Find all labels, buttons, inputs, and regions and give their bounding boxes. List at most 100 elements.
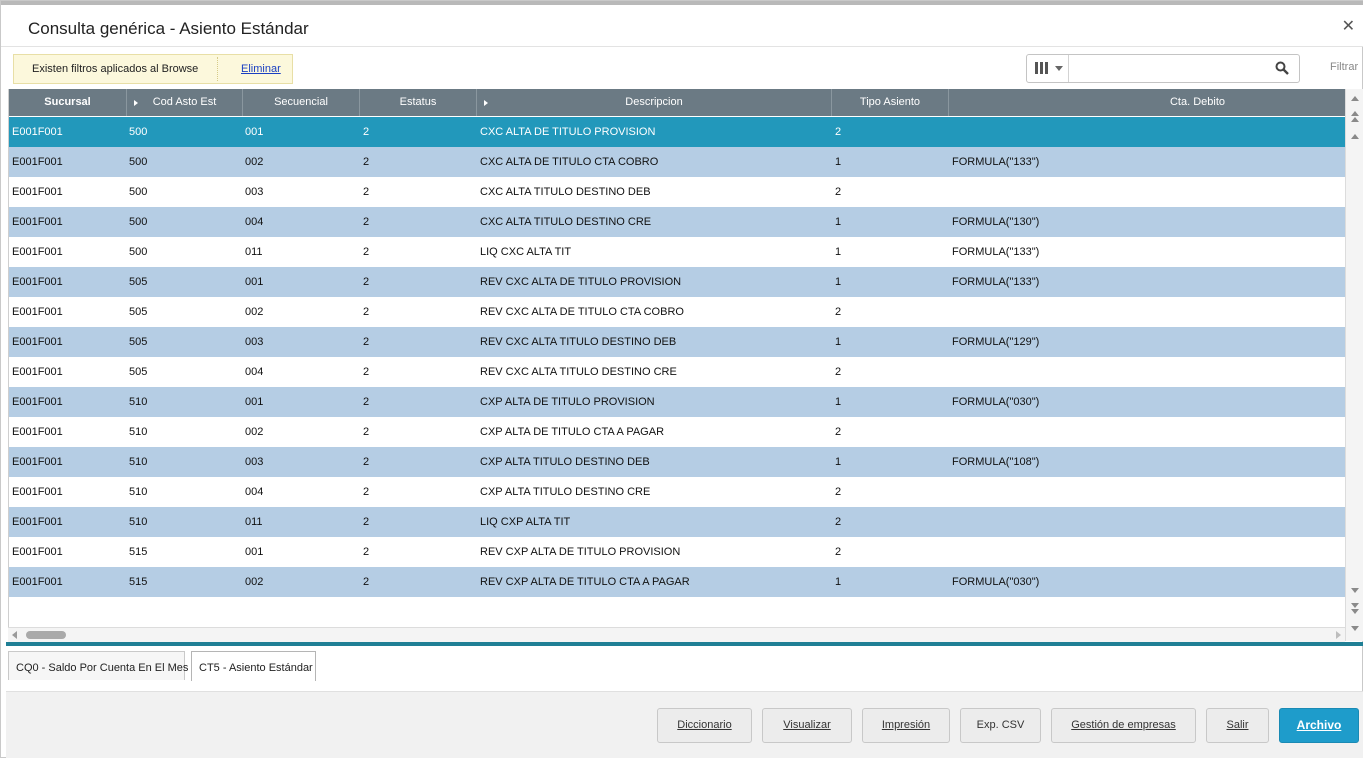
impresion-button[interactable]: Impresión: [862, 708, 950, 743]
chevron-down-icon: [1055, 66, 1063, 71]
button-label: Impresión: [881, 719, 931, 731]
cell-sucursal: E001F001: [12, 396, 63, 408]
cell-estatus: 2: [363, 216, 370, 228]
cell-descripcion: CXC ALTA DE TITULO PROVISION: [480, 126, 656, 138]
cell-sucursal: E001F001: [12, 126, 63, 138]
table-row[interactable]: E001F001 500 003 2 CXC ALTA TITULO DESTINO D…: [9, 177, 1345, 207]
cell-sucursal: E001F001: [12, 276, 63, 288]
diccionario-button[interactable]: Diccionario: [657, 708, 752, 743]
table-row[interactable]: E001F001 510 001 2 CXP ALTA DE TITULO PROVIS…: [9, 387, 1345, 417]
cell-estatus: 2: [363, 126, 370, 138]
cell-descripcion: REV CXP ALTA DE TITULO PROVISION: [480, 546, 681, 558]
scroll-left-icon[interactable]: [12, 631, 17, 639]
cell-tipo-asiento: 1: [835, 576, 842, 588]
cell-tipo-asiento: 2: [835, 486, 842, 498]
sort-arrow-icon: [484, 100, 488, 106]
gestion-empresas-button[interactable]: Gestión de empresas: [1051, 708, 1196, 743]
cell-secuencial: 002: [245, 156, 264, 168]
cell-estatus: 2: [363, 426, 370, 438]
scroll-up-icon[interactable]: [1349, 131, 1362, 143]
cell-tipo-asiento: 1: [835, 396, 842, 408]
archivo-button[interactable]: Archivo: [1279, 708, 1359, 743]
table-row[interactable]: E001F001 500 002 2 CXC ALTA DE TITULO CTA CO…: [9, 147, 1345, 177]
table-row[interactable]: E001F001 515 002 2 REV CXP ALTA DE TITULO CT…: [9, 567, 1345, 597]
cell-descripcion: REV CXC ALTA DE TITULO PROVISION: [480, 276, 682, 288]
cell-estatus: 2: [363, 306, 370, 318]
table-row[interactable]: E001F001 510 004 2 CXP ALTA TITULO DESTINO C…: [9, 477, 1345, 507]
cell-cta-debito: FORMULA("030"): [952, 576, 1040, 588]
filter-notice-text: Existen filtros aplicados al Browse: [32, 63, 199, 75]
scroll-down-icon[interactable]: [1349, 585, 1362, 597]
table-row[interactable]: E001F001 505 002 2 REV CXC ALTA DE TITULO CT…: [9, 297, 1345, 327]
scroll-page-up-icon[interactable]: [1349, 111, 1362, 123]
search-icon[interactable]: [1275, 61, 1289, 75]
column-header-secuencial[interactable]: Secuencial: [243, 89, 360, 116]
search-box[interactable]: [1026, 54, 1300, 83]
cell-estatus: 2: [363, 156, 370, 168]
tab-cq0-saldo[interactable]: CQ0 - Saldo Por Cuenta En El Mes: [8, 651, 188, 680]
cell-secuencial: 001: [245, 396, 264, 408]
cell-sucursal: E001F001: [12, 156, 63, 168]
cell-cta-debito: FORMULA("133"): [952, 276, 1040, 288]
column-header-sucursal[interactable]: Sucursal: [9, 89, 127, 116]
columns-button[interactable]: [1027, 55, 1069, 82]
window-title: Consulta genérica - Asiento Estándar: [28, 19, 309, 38]
cell-secuencial: 011: [245, 516, 263, 528]
cell-estatus: 2: [363, 486, 370, 498]
column-header-estatus[interactable]: Estatus: [360, 89, 477, 116]
cell-descripcion: LIQ CXC ALTA TIT: [480, 246, 572, 258]
horizontal-scrollbar[interactable]: [8, 627, 1345, 642]
cell-estatus: 2: [363, 276, 370, 288]
column-header-tipo-asiento[interactable]: Tipo Asiento: [832, 89, 949, 116]
horizontal-scroll-thumb[interactable]: [26, 631, 66, 639]
table-row[interactable]: E001F001 505 004 2 REV CXC ALTA TITULO DESTI…: [9, 357, 1345, 387]
cell-sucursal: E001F001: [12, 336, 63, 348]
cell-tipo-asiento: 1: [835, 276, 842, 288]
cell-descripcion: CXP ALTA DE TITULO CTA A PAGAR: [480, 426, 665, 438]
cell-cod-asto-est: 505: [129, 366, 148, 378]
button-label: Salir: [1226, 719, 1249, 731]
table-row[interactable]: E001F001 505 003 2 REV CXC ALTA TITULO DESTI…: [9, 327, 1345, 357]
salir-button[interactable]: Salir: [1206, 708, 1269, 743]
close-icon[interactable]: ✕: [1342, 16, 1355, 36]
exp-csv-button[interactable]: Exp. CSV: [960, 708, 1041, 743]
table-row[interactable]: E001F001 505 001 2 REV CXC ALTA DE TITULO PR…: [9, 267, 1345, 297]
column-header-cod-asto-est[interactable]: Cod Asto Est: [127, 89, 243, 116]
cell-cta-debito: FORMULA("133"): [952, 156, 1040, 168]
filter-notice: Existen filtros aplicados al Browse Elim…: [13, 54, 293, 84]
cell-tipo-asiento: 2: [835, 126, 842, 138]
cell-tipo-asiento: 1: [835, 156, 842, 168]
column-header-cta-debito[interactable]: Cta. Debito: [949, 89, 1345, 116]
table-row[interactable]: E001F001 510 002 2 CXP ALTA DE TITULO CTA A …: [9, 417, 1345, 447]
scroll-right-icon[interactable]: [1336, 631, 1341, 639]
cell-estatus: 2: [363, 246, 370, 258]
scroll-bottom-icon[interactable]: [1349, 623, 1362, 635]
vertical-scrollbar[interactable]: [1345, 89, 1363, 641]
cell-cod-asto-est: 515: [129, 546, 148, 558]
cell-cod-asto-est: 515: [129, 576, 148, 588]
table-row[interactable]: E001F001 500 004 2 CXC ALTA TITULO DESTINO C…: [9, 207, 1345, 237]
filter-button[interactable]: Filtrar: [1330, 61, 1358, 73]
cell-descripcion: CXP ALTA DE TITULO PROVISION: [480, 396, 655, 408]
cell-cod-asto-est: 500: [129, 186, 148, 198]
scroll-page-down-icon[interactable]: [1349, 603, 1362, 615]
cell-estatus: 2: [363, 396, 370, 408]
cell-cod-asto-est: 505: [129, 306, 148, 318]
table-row[interactable]: E001F001 510 003 2 CXP ALTA TITULO DESTINO D…: [9, 447, 1345, 477]
grid-header: Sucursal Cod Asto Est Secuencial Estatus…: [9, 89, 1345, 116]
tab-ct5-asiento[interactable]: CT5 - Asiento Estándar: [191, 651, 316, 681]
cell-secuencial: 003: [245, 456, 264, 468]
column-header-descripcion[interactable]: Descripcion: [477, 89, 832, 116]
table-row[interactable]: E001F001 500 001 2 CXC ALTA DE TITULO PROVIS…: [9, 117, 1345, 147]
columns-icon: [1035, 62, 1049, 74]
table-row[interactable]: E001F001 510 011 2 LIQ CXP ALTA TIT 2: [9, 507, 1345, 537]
table-row[interactable]: E001F001 515 001 2 REV CXP ALTA DE TITULO PR…: [9, 537, 1345, 567]
visualizar-button[interactable]: Visualizar: [762, 708, 852, 743]
remove-filters-link[interactable]: Eliminar: [241, 63, 281, 75]
cell-tipo-asiento: 2: [835, 366, 842, 378]
table-row[interactable]: E001F001 500 011 2 LIQ CXC ALTA TIT 1 FORMULA(…: [9, 237, 1345, 267]
cell-sucursal: E001F001: [12, 246, 63, 258]
scroll-top-icon[interactable]: [1349, 93, 1362, 105]
cell-estatus: 2: [363, 456, 370, 468]
cell-estatus: 2: [363, 336, 370, 348]
